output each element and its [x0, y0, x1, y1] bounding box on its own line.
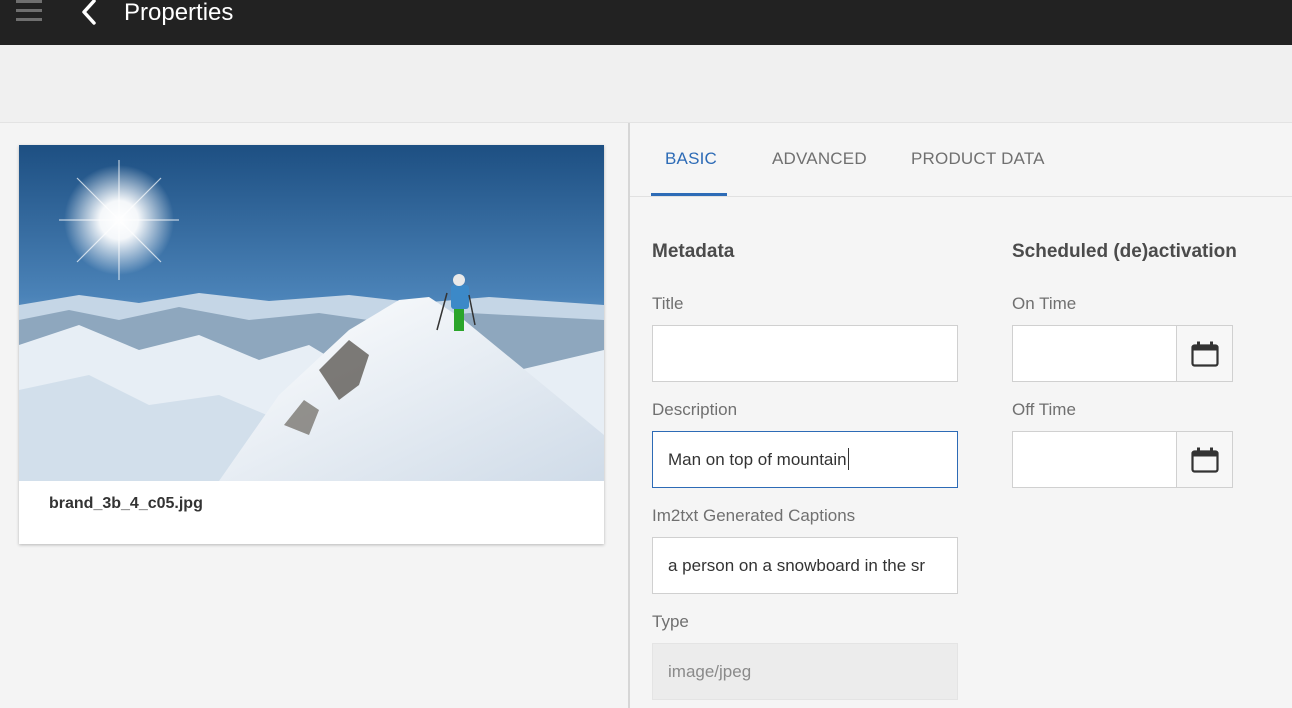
properties-panel: BASIC ADVANCED PRODUCT DATA Metadata Tit… — [630, 123, 1292, 708]
on-time-field[interactable] — [1012, 325, 1177, 382]
on-time-label: On Time — [1012, 294, 1077, 313]
off-time-calendar-button[interactable] — [1176, 431, 1233, 488]
on-time-calendar-button[interactable] — [1176, 325, 1233, 382]
asset-filename: brand_3b_4_c05.jpg — [49, 495, 203, 512]
active-tab-indicator — [651, 193, 727, 196]
captions-label: Im2txt Generated Captions — [652, 506, 856, 525]
captions-field[interactable]: a person on a snowboard in the sr — [652, 537, 958, 594]
title-field[interactable] — [652, 325, 958, 382]
chevron-left-icon[interactable] — [78, 0, 100, 26]
description-field[interactable]: Man on top of mountain — [652, 431, 958, 488]
asset-card[interactable]: brand_3b_4_c05.jpg — [19, 145, 604, 544]
tab-bar: BASIC ADVANCED PRODUCT DATA — [630, 123, 1292, 197]
hamburger-menu-icon[interactable] — [16, 0, 44, 22]
description-label: Description — [652, 400, 738, 419]
text-caret — [847, 448, 849, 471]
off-time-field[interactable] — [1012, 431, 1177, 488]
action-bar — [0, 45, 1292, 123]
description-value: Man on top of mountain — [668, 450, 847, 469]
calendar-icon — [1191, 447, 1219, 473]
type-field: image/jpeg — [652, 643, 958, 700]
asset-thumbnail-image — [19, 145, 604, 481]
off-time-label: Off Time — [1012, 400, 1076, 419]
metadata-heading: Metadata — [652, 241, 735, 262]
scheduled-activation-heading: Scheduled (de)activation — [1012, 241, 1237, 262]
top-bar: Properties — [0, 0, 1292, 45]
calendar-icon — [1191, 341, 1219, 367]
title-label: Title — [652, 294, 684, 313]
page-title: Properties — [124, 0, 234, 26]
tab-product-data[interactable]: PRODUCT DATA — [911, 149, 1045, 169]
tab-basic[interactable]: BASIC — [665, 149, 717, 169]
tab-advanced[interactable]: ADVANCED — [772, 149, 867, 169]
type-label: Type — [652, 612, 689, 631]
